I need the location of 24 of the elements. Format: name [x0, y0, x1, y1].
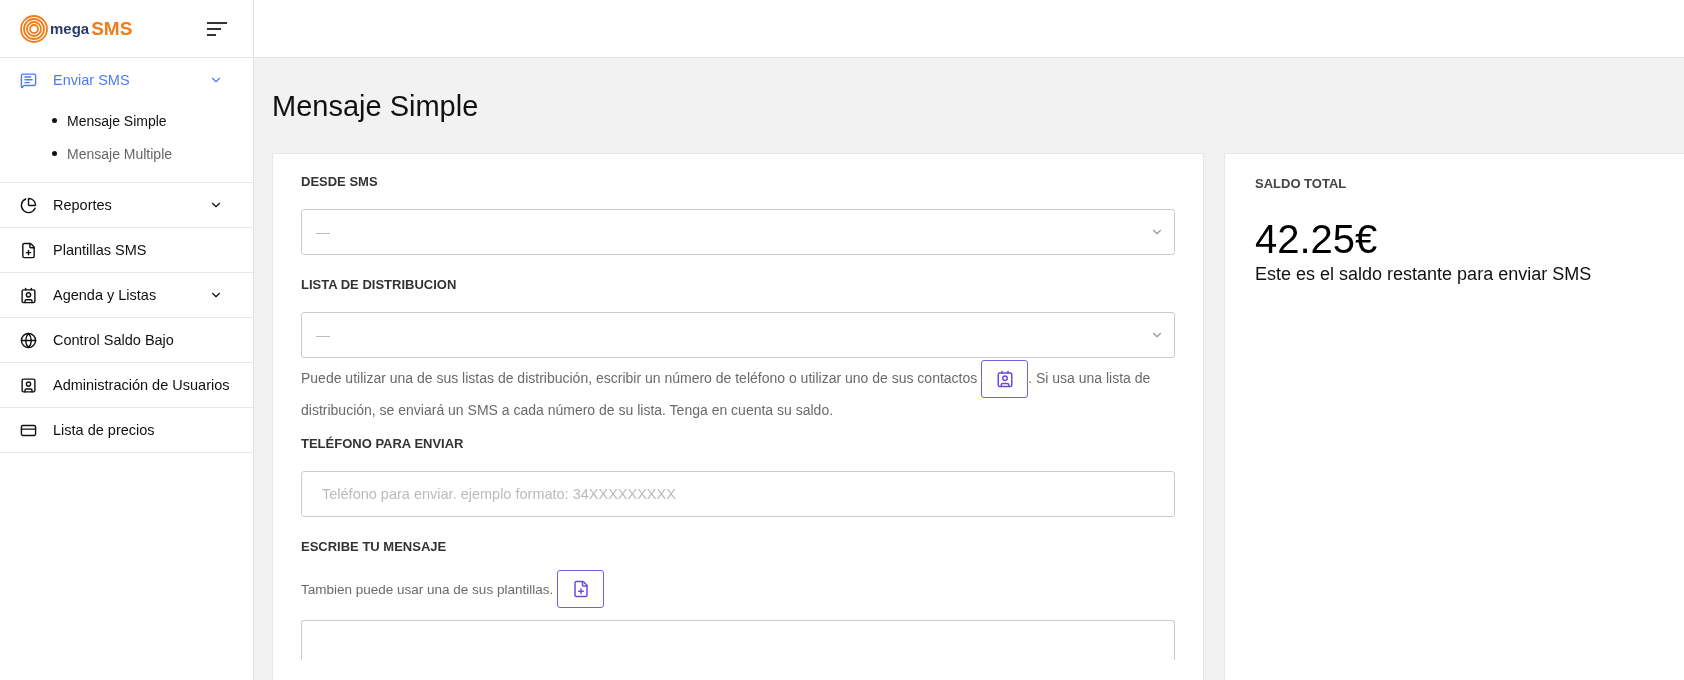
help-text: . Si usa una lista de	[1028, 369, 1151, 386]
help-text: Tambien puede usar una de sus plantillas.	[301, 581, 554, 597]
sidebar-item[interactable]: Plantillas SMS	[0, 228, 253, 272]
field-label: TELÉFONO PARA ENVIAR	[301, 436, 465, 451]
help-text: distribución, se enviará un SMS a cada número de su lista. Tenga en cuenta su saldo.	[301, 401, 835, 420]
sidebar-item[interactable]: Reportes	[0, 183, 253, 227]
field-label: ESCRIBE TU MENSAJE	[301, 539, 448, 554]
submenu-item[interactable]: Mensaje Simple	[52, 104, 253, 137]
balance-amount: 42.25€	[1255, 217, 1379, 262]
sidebar-item[interactable]: Enviar SMS	[0, 58, 253, 102]
card-title: SALDO TOTAL	[1255, 176, 1348, 191]
field-label: LISTA DE DISTRIBUCION	[301, 277, 458, 292]
sidebar-item[interactable]: Lista de precios	[0, 408, 253, 452]
balance-caption: Este es el saldo restante para enviar SMS	[1255, 264, 1593, 285]
sidebar-item[interactable]: Administración de Usuarios	[0, 363, 253, 407]
page-title: Mensaje Simple	[271, 89, 480, 124]
help-text: Puede utilizar una de sus listas de distribución, escribir un número de teléfono o utilizar uno de sus contactos	[301, 369, 979, 386]
phone-input[interactable]: Teléfono para enviar. ejemplo formato: 34XXXXXXXXX	[301, 471, 1175, 517]
submenu-item[interactable]: Mensaje Multiple	[52, 137, 253, 170]
logo-text: SMS	[91, 17, 133, 40]
logo-text: mega	[50, 20, 90, 37]
field-label: DESDE SMS	[301, 174, 379, 189]
sidebar-item[interactable]: Control Saldo Bajo	[0, 318, 253, 362]
sidebar-item[interactable]: Agenda y Listas	[0, 273, 253, 317]
